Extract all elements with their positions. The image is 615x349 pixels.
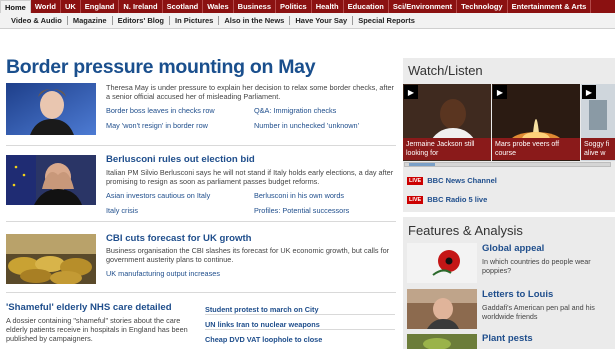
- nav-health[interactable]: Health: [312, 0, 344, 13]
- link-potential-successors[interactable]: Profiles: Potential successors: [254, 206, 349, 215]
- video-caption[interactable]: Jermaine Jackson still looking for: [403, 138, 491, 160]
- feature-global-appeal-title[interactable]: Global appeal: [482, 243, 544, 254]
- nav-special-reports[interactable]: Special Reports: [353, 16, 420, 25]
- divider: [6, 145, 396, 146]
- feature-plant-image[interactable]: [407, 334, 477, 349]
- nav-home[interactable]: Home: [0, 0, 31, 13]
- divider: [6, 292, 396, 293]
- nav-have-your-say[interactable]: Have Your Say: [290, 16, 354, 25]
- nav-england[interactable]: England: [81, 0, 120, 13]
- nav-uk[interactable]: UK: [61, 0, 81, 13]
- nav-world[interactable]: World: [31, 0, 61, 13]
- live-news-channel[interactable]: LIVE BBC News Channel: [407, 176, 497, 185]
- link-number-unchecked[interactable]: Number in unchecked 'unknown': [254, 121, 359, 130]
- nav-business[interactable]: Business: [234, 0, 277, 13]
- feature-plant-pests-title[interactable]: Plant pests: [482, 333, 533, 344]
- live-label[interactable]: BBC Radio 5 live: [427, 195, 487, 204]
- live-radio-5[interactable]: LIVE BBC Radio 5 live: [407, 195, 487, 204]
- story-nhs-title[interactable]: 'Shameful' elderly NHS care detailed: [6, 302, 172, 313]
- features-heading: Features & Analysis: [408, 223, 523, 238]
- story-berlusconi-title[interactable]: Berlusconi rules out election bid: [106, 154, 255, 165]
- link-uk-manufacturing[interactable]: UK manufacturing output increases: [106, 269, 220, 278]
- link-berlusconi-own-words[interactable]: Berlusconi in his own words: [254, 191, 344, 200]
- play-icon[interactable]: ▶: [493, 85, 507, 99]
- feature-letters-louis-text: Gaddafi's American pen pal and his world…: [482, 303, 595, 321]
- main-headline[interactable]: Border pressure mounting on May: [6, 56, 316, 79]
- story-cbi-summary: Business organisation the CBI slashes it…: [106, 246, 390, 265]
- feature-louis-image[interactable]: [407, 289, 477, 329]
- story-nhs-summary: A dossier containing "shameful" stories …: [6, 316, 188, 344]
- link-border-boss[interactable]: Border boss leaves in checks row: [106, 106, 215, 115]
- story-cbi-title[interactable]: CBI cuts forecast for UK growth: [106, 233, 252, 244]
- main-story-summary: Theresa May is under pressure to explain…: [106, 83, 394, 102]
- carousel-scroll-thumb[interactable]: [409, 163, 435, 166]
- nav-also-in-the-news[interactable]: Also in the News: [219, 16, 291, 25]
- live-badge: LIVE: [407, 176, 424, 185]
- nav-magazine[interactable]: Magazine: [68, 16, 113, 25]
- nav-politics[interactable]: Politics: [276, 0, 312, 13]
- video-soggy[interactable]: ▶ Soggy fi alive w: [581, 84, 615, 161]
- video-jermaine-jackson[interactable]: ▶ Jermaine Jackson still looking for: [403, 84, 491, 161]
- video-caption[interactable]: Mars probe veers off course: [492, 138, 580, 160]
- link-qa-immigration[interactable]: Q&A: Immigration checks: [254, 106, 336, 115]
- headline-dvd-vat[interactable]: Cheap DVD VAT loophole to close: [205, 335, 322, 344]
- headline-student-protest[interactable]: Student protest to march on City: [205, 305, 319, 314]
- divider: [205, 329, 395, 330]
- main-story-image[interactable]: [6, 83, 96, 135]
- primary-nav: Home World UK England N. Ireland Scotlan…: [0, 0, 615, 13]
- play-icon[interactable]: ▶: [404, 85, 418, 99]
- cbi-coins-image[interactable]: [6, 234, 96, 284]
- video-caption[interactable]: Soggy fi alive w: [581, 138, 615, 160]
- story-berlusconi-summary: Italian PM Silvio Berlusconi says he wil…: [106, 168, 394, 187]
- nav-scotland[interactable]: Scotland: [163, 0, 204, 13]
- divider: [205, 314, 395, 315]
- nav-editors-blog[interactable]: Editors' Blog: [113, 16, 170, 25]
- live-badge: LIVE: [407, 195, 424, 204]
- feature-letters-louis-title[interactable]: Letters to Louis: [482, 289, 553, 300]
- watch-listen-heading: Watch/Listen: [408, 63, 483, 78]
- nav-in-pictures[interactable]: In Pictures: [170, 16, 220, 25]
- link-asian-investors[interactable]: Asian investors cautious on Italy: [106, 191, 210, 200]
- nav-sci-environment[interactable]: Sci/Environment: [389, 0, 458, 13]
- carousel-scrollbar[interactable]: [404, 162, 611, 167]
- live-label[interactable]: BBC News Channel: [427, 176, 497, 185]
- feature-poppy-image[interactable]: [407, 243, 477, 283]
- video-mars-probe[interactable]: ▶ Mars probe veers off course: [492, 84, 580, 161]
- play-icon[interactable]: ▶: [582, 85, 596, 99]
- secondary-nav: Video & Audio Magazine Editors' Blog In …: [0, 13, 615, 29]
- nav-wales[interactable]: Wales: [203, 0, 234, 13]
- section-divider: [403, 212, 615, 217]
- headline-un-iran[interactable]: UN links Iran to nuclear weapons: [205, 320, 320, 329]
- berlusconi-image[interactable]: [6, 155, 96, 205]
- link-may-wont-resign[interactable]: May 'won't resign' in border row: [106, 121, 208, 130]
- nav-n-ireland[interactable]: N. Ireland: [119, 0, 163, 13]
- nav-entertainment-arts[interactable]: Entertainment & Arts: [508, 0, 592, 13]
- divider: [6, 221, 396, 222]
- nav-education[interactable]: Education: [344, 0, 389, 13]
- nav-technology[interactable]: Technology: [457, 0, 508, 13]
- link-italy-crisis[interactable]: Italy crisis: [106, 206, 138, 215]
- nav-video-audio[interactable]: Video & Audio: [6, 16, 68, 25]
- feature-global-appeal-text: In which countries do people wear poppie…: [482, 257, 591, 275]
